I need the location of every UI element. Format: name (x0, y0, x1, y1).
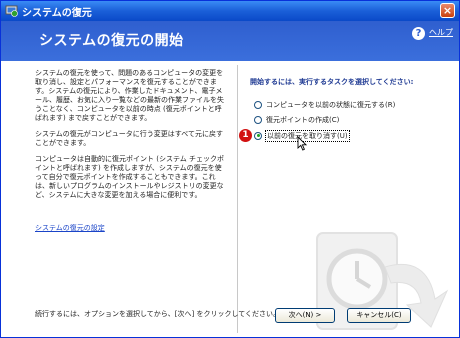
help-icon[interactable]: ? (412, 27, 425, 40)
title-bar[interactable]: システムの復元 × (1, 1, 459, 21)
mouse-pointer-icon (297, 136, 307, 151)
task-heading: 開始するには、実行するタスクを選択してください: (250, 78, 414, 86)
close-button[interactable]: × (440, 3, 455, 18)
step-marker-badge: 1 (239, 129, 252, 142)
footer-instruction: 続行するには、オプションを選択してから、[次へ] をクリックしてください。 (35, 310, 281, 318)
description-paragraph: システムの復元を使って、問題のあるコンピュータの変更を取り消し、設定とパフォーマ… (35, 69, 224, 122)
system-restore-window: システムの復元 × システムの復元の開始 ? ヘルプ システムの復元を使って、問… (0, 0, 460, 338)
description-paragraph: システムの復元がコンピュータに行う変更はすべて元に戻すことができます。 (35, 130, 224, 147)
option-label: 復元ポイントの作成(C) (266, 115, 340, 124)
panel-divider (237, 65, 238, 333)
description-paragraph: コンピュータは自動的に復元ポイント (システム チェックポイントと呼ばれます) … (35, 155, 224, 199)
radio-button[interactable] (254, 100, 262, 109)
window-title: システムの復元 (22, 8, 92, 19)
page-title: システムの復元の開始 (39, 33, 184, 49)
close-icon: × (442, 4, 453, 17)
radio-button[interactable] (254, 115, 262, 124)
next-button[interactable]: 次へ(N) > (275, 308, 335, 323)
description-panel: システムの復元を使って、問題のあるコンピュータの変更を取り消し、設定とパフォーマ… (35, 69, 225, 207)
cancel-button[interactable]: キャンセル(C) (347, 308, 411, 323)
option-label: 以前の復元を取り消す(U) (265, 129, 350, 142)
restore-settings-link[interactable]: システムの復元の設定 (35, 223, 105, 233)
wizard-content: システムの復元を使って、問題のあるコンピュータの変更を取り消し、設定とパフォーマ… (1, 61, 459, 337)
header-banner: システムの復元の開始 ? ヘルプ (1, 21, 459, 61)
option-create-restore-point[interactable]: 復元ポイントの作成(C) (254, 114, 339, 125)
help-link[interactable]: ヘルプ (429, 27, 453, 38)
option-restore-earlier[interactable]: コンピュータを以前の状態に復元する(R) (254, 99, 395, 110)
option-label: コンピュータを以前の状態に復元する(R) (266, 100, 396, 109)
system-restore-app-icon (5, 5, 18, 17)
radio-button-selected[interactable] (254, 131, 262, 140)
